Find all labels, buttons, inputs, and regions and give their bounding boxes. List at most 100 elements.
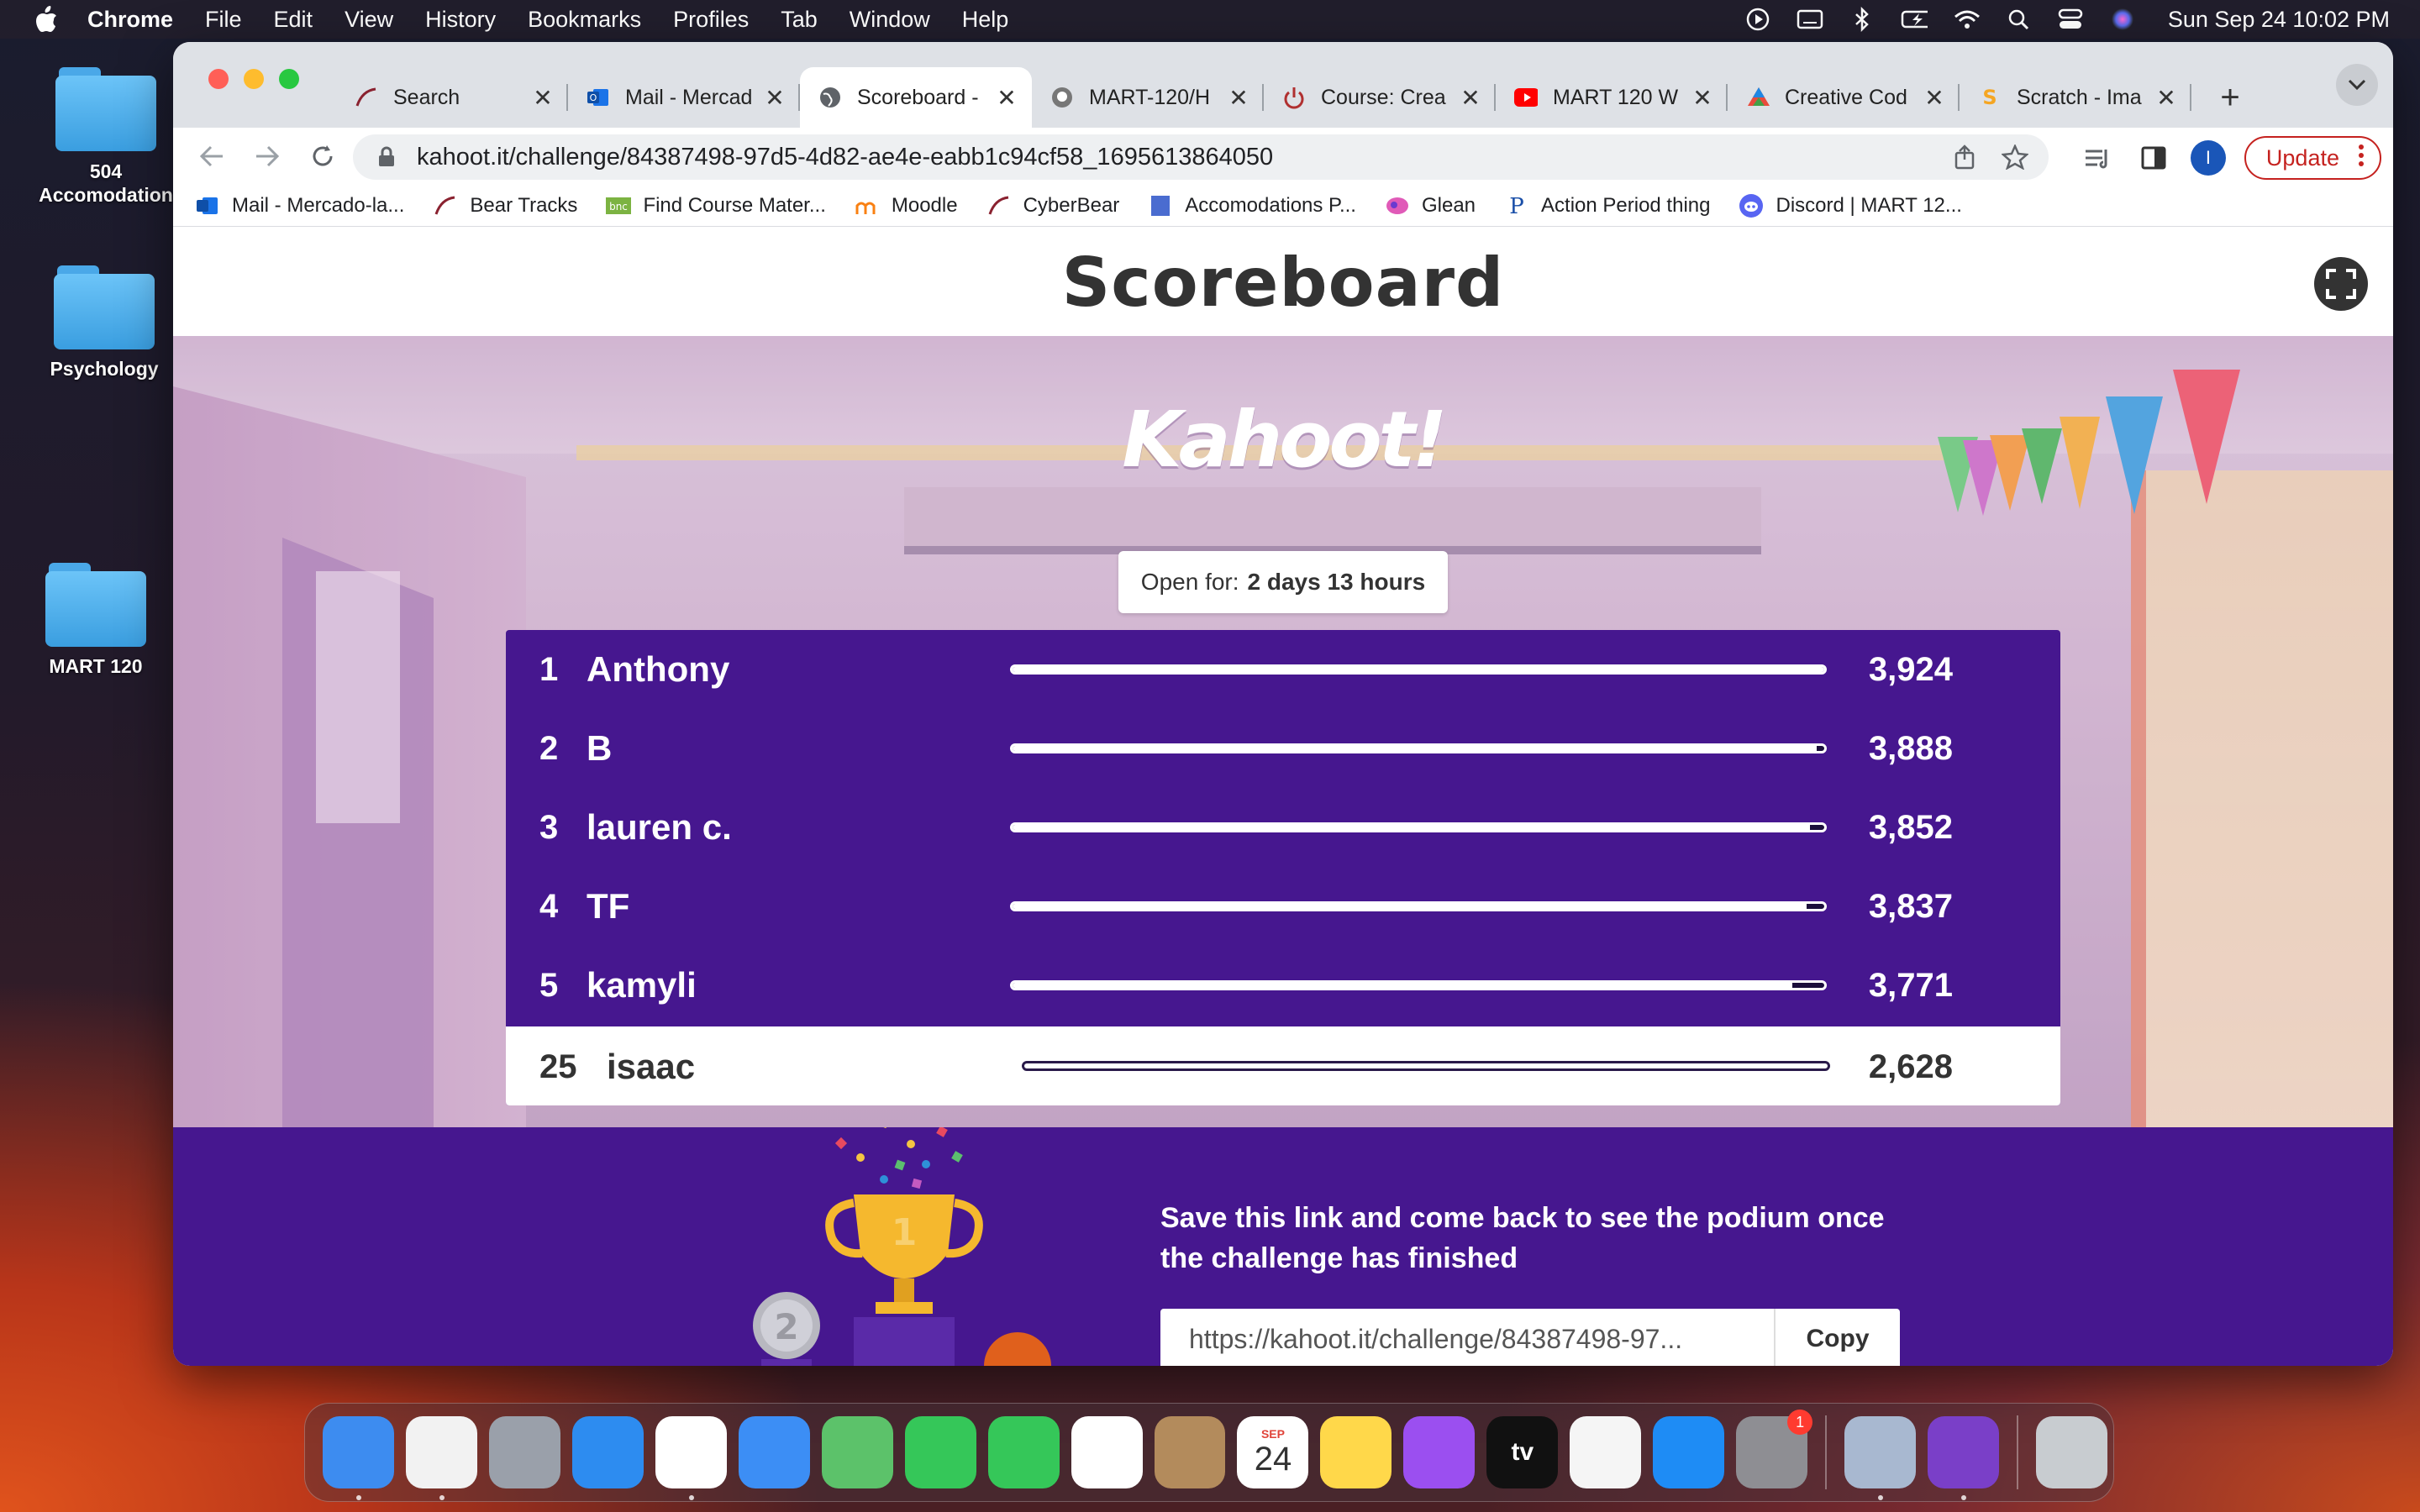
- bookmark-accomodations[interactable]: Accomodations P...: [1148, 193, 1356, 218]
- lock-icon[interactable]: [375, 145, 398, 169]
- tab-scoreboard[interactable]: Scoreboard - ✕: [800, 67, 1032, 128]
- scoreboard-row: 4 TF 3,837: [506, 867, 2060, 946]
- score-bar: [1010, 980, 1827, 990]
- tab-search[interactable]: Search ✕: [336, 67, 568, 128]
- safari-icon[interactable]: [571, 1416, 644, 1488]
- desktop-folder-psychology[interactable]: Psychology: [37, 265, 171, 381]
- tab-title: Course: Crea: [1321, 85, 1446, 109]
- bluetooth-icon[interactable]: [1849, 6, 1876, 33]
- tab-youtube[interactable]: MART 120 W ✕: [1496, 67, 1728, 128]
- menu-help[interactable]: Help: [962, 7, 1009, 33]
- svg-text:bnc: bnc: [610, 201, 629, 213]
- battery-icon[interactable]: [1901, 6, 1928, 33]
- menu-profiles[interactable]: Profiles: [673, 7, 749, 33]
- forward-arrow-icon[interactable]: [247, 136, 287, 176]
- tab-search-chevron-icon[interactable]: [2336, 64, 2378, 106]
- bookmark-moodle[interactable]: Moodle: [855, 193, 958, 218]
- page-title: Scoreboard: [1061, 243, 1505, 322]
- profile-avatar[interactable]: I: [2190, 140, 2226, 176]
- share-link-input[interactable]: https://kahoot.it/challenge/84387498-97.…: [1160, 1324, 1774, 1355]
- back-arrow-icon[interactable]: [192, 136, 232, 176]
- mail-icon[interactable]: [738, 1416, 810, 1488]
- new-tab-button[interactable]: +: [2208, 76, 2252, 119]
- address-bar[interactable]: kahoot.it/challenge/84387498-97d5-4d82-a…: [353, 134, 2049, 180]
- menu-edit[interactable]: Edit: [274, 7, 313, 33]
- news-icon[interactable]: [1570, 1416, 1642, 1488]
- appletv-icon[interactable]: tv: [1486, 1416, 1559, 1488]
- bookmark-star-icon[interactable]: [1998, 140, 2032, 174]
- now-playing-icon[interactable]: [1744, 6, 1771, 33]
- side-panel-icon[interactable]: [2135, 139, 2172, 176]
- close-window-button[interactable]: [208, 69, 229, 89]
- menubar-app-name[interactable]: Chrome: [87, 7, 173, 33]
- keyboard-icon[interactable]: [1797, 6, 1823, 33]
- calendar-icon[interactable]: SEP 24: [1237, 1416, 1309, 1488]
- bookmark-label: Accomodations P...: [1185, 193, 1356, 217]
- menubar-clock[interactable]: Sun Sep 24 10:02 PM: [2168, 7, 2390, 33]
- desktop-folder-504[interactable]: 504 Accomodation: [39, 67, 173, 207]
- bookmark-glean[interactable]: Glean: [1385, 193, 1476, 218]
- fullscreen-icon[interactable]: [2314, 257, 2368, 311]
- zoom-window-button[interactable]: [279, 69, 299, 89]
- close-tab-icon[interactable]: ✕: [1691, 85, 1714, 111]
- desktop-folder-mart120[interactable]: MART 120: [29, 563, 163, 678]
- close-tab-icon[interactable]: ✕: [1227, 85, 1250, 111]
- maps-icon[interactable]: [821, 1416, 893, 1488]
- close-tab-icon[interactable]: ✕: [1923, 85, 1946, 111]
- launchpad-icon[interactable]: [488, 1416, 560, 1488]
- chrome-icon[interactable]: [655, 1416, 727, 1500]
- facetime-icon[interactable]: [904, 1416, 976, 1488]
- siri-icon[interactable]: [2109, 6, 2136, 33]
- close-tab-icon[interactable]: ✕: [531, 85, 555, 111]
- menu-history[interactable]: History: [425, 7, 496, 33]
- bookmark-mail[interactable]: Mail - Mercado-la...: [195, 193, 404, 218]
- github-desktop-icon[interactable]: [1928, 1416, 2000, 1500]
- close-tab-icon[interactable]: ✕: [995, 85, 1018, 111]
- close-tab-icon[interactable]: ✕: [2154, 85, 2178, 111]
- desktop-folder-label: 504 Accomodation: [39, 160, 173, 206]
- copy-button[interactable]: Copy: [1774, 1309, 1900, 1366]
- podcasts-icon[interactable]: [1403, 1416, 1476, 1488]
- finder-icon[interactable]: [323, 1416, 394, 1500]
- textedit-icon[interactable]: [405, 1416, 477, 1500]
- tab-course[interactable]: Course: Crea ✕: [1264, 67, 1496, 128]
- messages-icon[interactable]: [987, 1416, 1060, 1488]
- bookmark-bear-tracks[interactable]: Bear Tracks: [433, 193, 577, 218]
- update-button[interactable]: Update: [2244, 136, 2381, 180]
- wifi-icon[interactable]: [1953, 6, 1980, 33]
- podium-footer: 1 2 Save this link and come back to see …: [173, 1119, 2393, 1366]
- close-tab-icon[interactable]: ✕: [763, 85, 786, 111]
- menu-view[interactable]: View: [345, 7, 393, 33]
- kebab-menu-icon[interactable]: [2358, 144, 2365, 173]
- tab-mail[interactable]: O Mail - Mercad ✕: [568, 67, 800, 128]
- photos-icon[interactable]: [1071, 1416, 1143, 1488]
- bookmark-action-period[interactable]: P Action Period thing: [1504, 193, 1710, 218]
- trash-icon[interactable]: [2036, 1416, 2107, 1488]
- tab-github[interactable]: MART-120/H ✕: [1032, 67, 1264, 128]
- menu-file[interactable]: File: [205, 7, 242, 33]
- spotlight-search-icon[interactable]: [2005, 6, 2032, 33]
- menu-window[interactable]: Window: [850, 7, 930, 33]
- tab-creative[interactable]: Creative Cod ✕: [1728, 67, 1960, 128]
- share-icon[interactable]: [1948, 140, 1981, 174]
- minimize-window-button[interactable]: [244, 69, 264, 89]
- bookmark-label: Action Period thing: [1541, 193, 1711, 217]
- contacts-icon[interactable]: [1154, 1416, 1226, 1488]
- menu-tab[interactable]: Tab: [781, 7, 818, 33]
- notes-icon[interactable]: [1320, 1416, 1392, 1488]
- menubar: Chrome File Edit View History Bookmarks …: [0, 0, 2420, 39]
- bookmark-cyberbear[interactable]: CyberBear: [986, 193, 1119, 218]
- reading-list-icon[interactable]: [2080, 139, 2117, 176]
- menu-bookmarks[interactable]: Bookmarks: [528, 7, 641, 33]
- bear-tracks-icon: [986, 193, 1012, 218]
- control-center-icon[interactable]: [2057, 6, 2084, 33]
- tab-scratch[interactable]: S Scratch - Ima ✕: [1960, 67, 2191, 128]
- reload-icon[interactable]: [302, 136, 343, 176]
- bookmark-discord[interactable]: Discord | MART 12...: [1739, 193, 1962, 218]
- preview-icon[interactable]: [1844, 1416, 1917, 1500]
- appstore-icon[interactable]: [1653, 1416, 1725, 1488]
- apple-menu-icon[interactable]: [32, 5, 60, 34]
- close-tab-icon[interactable]: ✕: [1459, 85, 1482, 111]
- bookmark-find-course[interactable]: bnc Find Course Mater...: [606, 193, 826, 218]
- system-settings-icon[interactable]: 1: [1736, 1410, 1813, 1488]
